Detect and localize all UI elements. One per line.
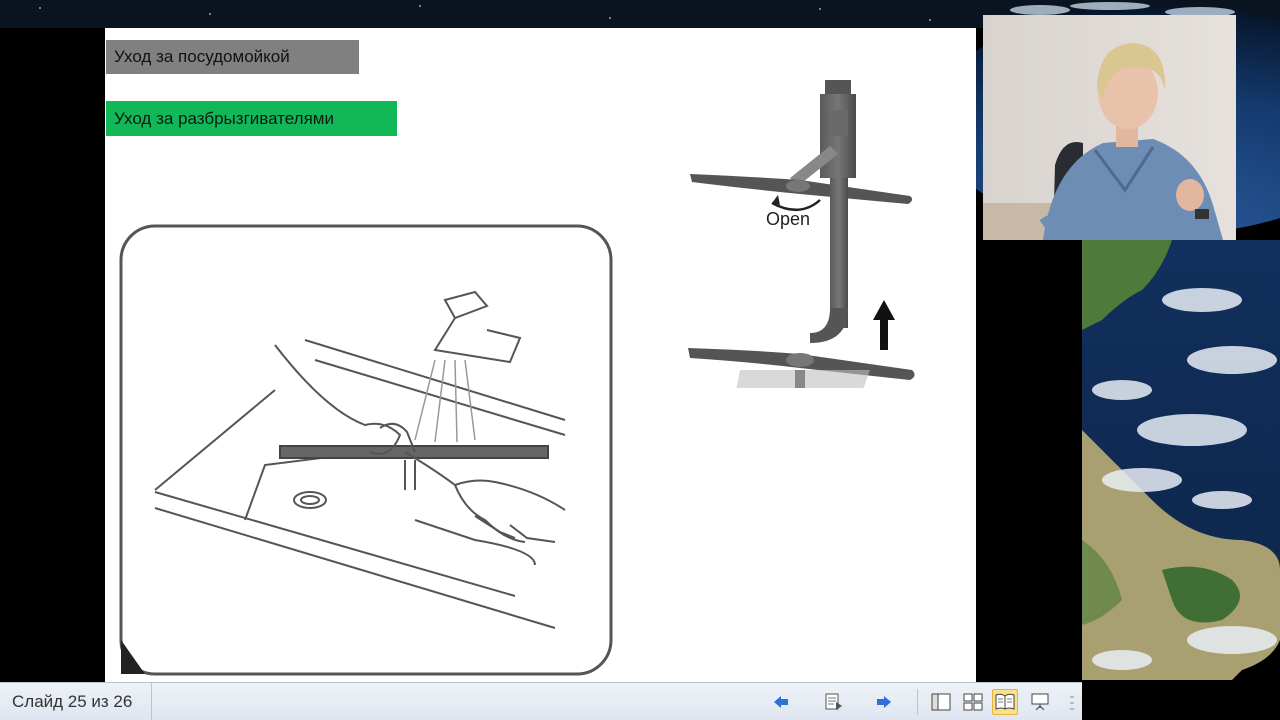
slide: Уход за посудомойкой Уход за разбрызгива… [105, 28, 976, 682]
spray-arm-open-label: Open [766, 209, 810, 229]
sink-cleaning-illustration [119, 224, 613, 676]
view-slideshow-icon [1031, 693, 1049, 711]
spray-arm-illustration: Open [688, 80, 915, 388]
status-bar: Слайд 25 из 26 [0, 682, 1082, 720]
view-normal-button[interactable] [928, 689, 954, 715]
view-reading-icon [995, 693, 1015, 710]
prev-slide-button[interactable] [768, 689, 794, 715]
slide-heading-sprayer-care: Уход за разбрызгивателями [106, 101, 397, 136]
webcam-feed [983, 15, 1236, 240]
slide-menu-button[interactable] [821, 689, 847, 715]
view-sorter-icon [963, 693, 983, 711]
view-slideshow-button[interactable] [1027, 689, 1053, 715]
next-slide-button[interactable] [871, 689, 897, 715]
slide-heading-dishwasher-care: Уход за посудомойкой [106, 40, 359, 74]
view-normal-icon [931, 693, 951, 711]
slide-counter: Слайд 25 из 26 [0, 683, 152, 720]
prev-slide-icon [774, 696, 788, 708]
earth-background-panel [1082, 240, 1280, 680]
next-slide-icon [877, 696, 891, 708]
status-bar-edge-icon [1070, 696, 1074, 710]
view-reading-button[interactable] [992, 689, 1018, 715]
view-sorter-button[interactable] [960, 689, 986, 715]
slide-menu-icon [825, 693, 842, 710]
screen: Уход за посудомойкой Уход за разбрызгива… [0, 0, 1280, 720]
status-separator [917, 689, 918, 715]
